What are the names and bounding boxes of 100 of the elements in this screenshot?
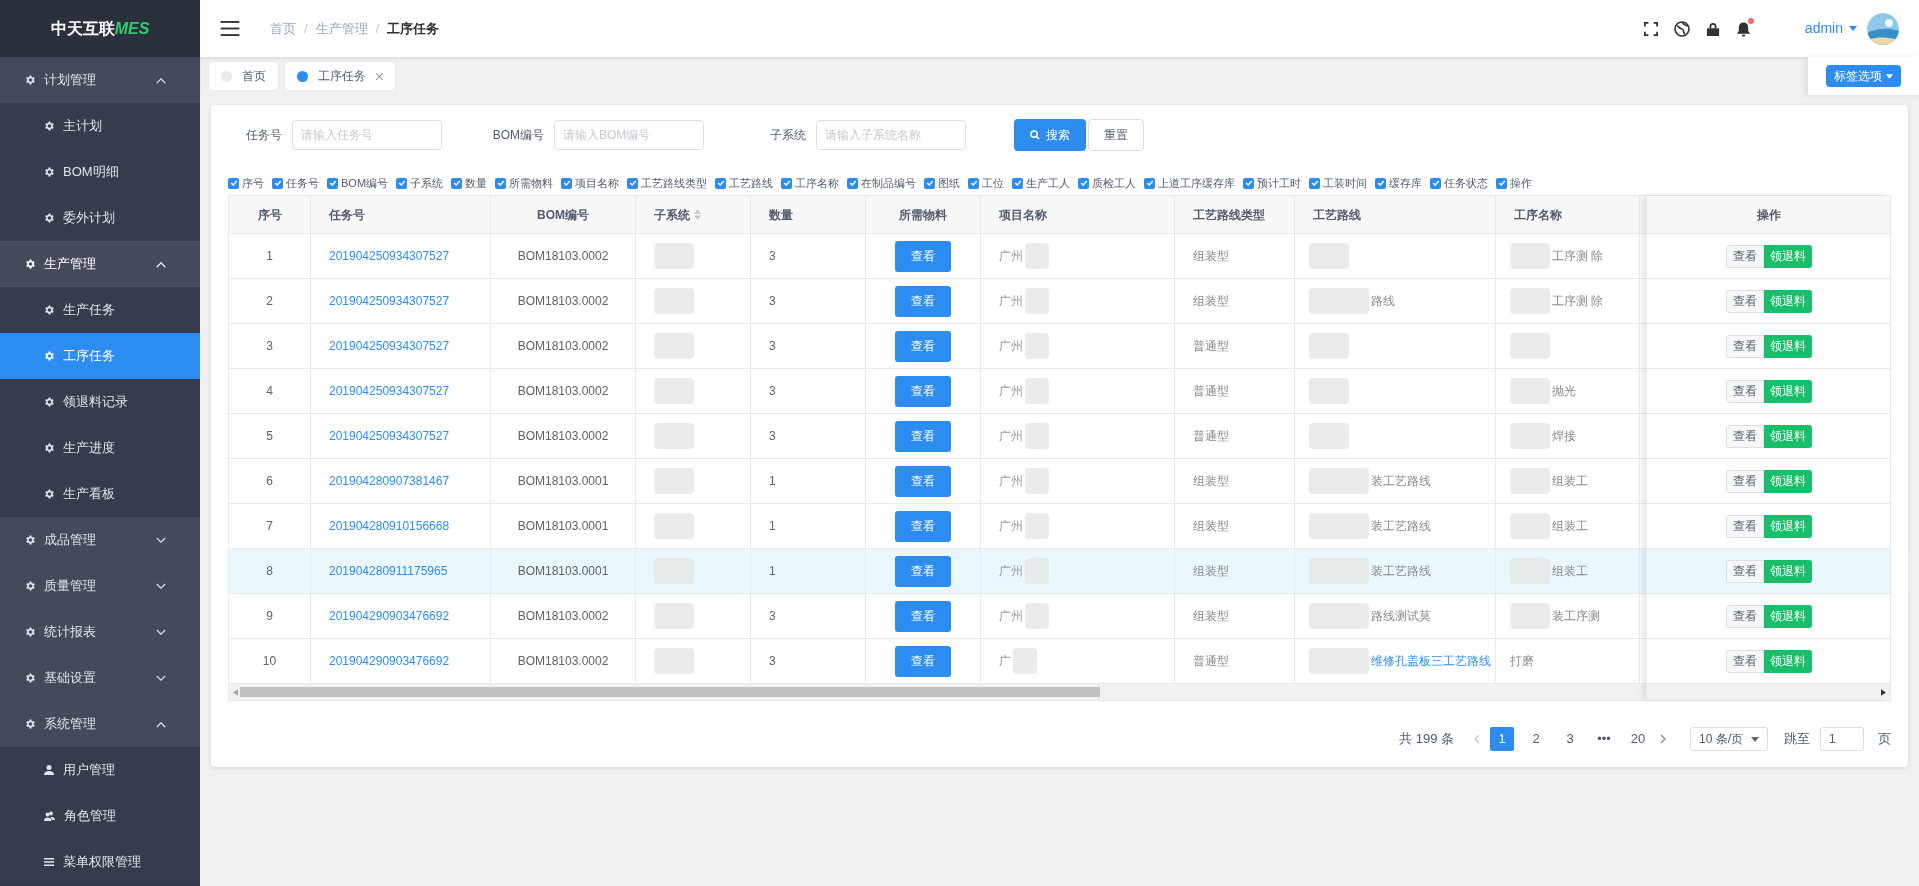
menu-group[interactable]: 基础设置 — [0, 655, 200, 701]
scroll-left-icon[interactable] — [233, 688, 238, 696]
table-cell-text: 组装工 — [1552, 473, 1588, 490]
column-checkbox[interactable]: 生产工人 — [1012, 174, 1071, 192]
page-input[interactable]: 1 — [1820, 727, 1864, 751]
task-link[interactable]: 201904250934307527 — [329, 247, 450, 265]
column-checkbox[interactable]: 任务号 — [272, 174, 319, 192]
task-link[interactable]: 201904280907381467 — [329, 472, 450, 490]
column-checkbox[interactable]: 工艺路线 — [715, 174, 774, 192]
bell-icon[interactable] — [1735, 20, 1751, 37]
gear-icon — [24, 672, 36, 684]
column-checkbox[interactable]: 序号 — [228, 174, 264, 192]
view-button[interactable]: 查看 — [1725, 469, 1764, 493]
view-button[interactable]: 查看 — [1725, 289, 1764, 313]
page-size-select[interactable]: 10 条/页 — [1690, 727, 1768, 751]
page-button[interactable]: ••• — [1592, 727, 1616, 751]
table-row[interactable]: 9 201904290903476692 BOM18103.0002 3 查看 广州 组装型 路线测试莫 装工序测 — [229, 594, 1646, 639]
column-checkbox[interactable]: 操作 — [1496, 174, 1533, 192]
view-button[interactable]: 查看 — [1725, 244, 1764, 268]
horizontal-scrollbar[interactable] — [229, 684, 1646, 700]
column-checkbox[interactable]: 工艺路线类型 — [627, 174, 708, 192]
column-checkbox[interactable]: 所需物料 — [495, 174, 554, 192]
close-icon[interactable] — [376, 72, 383, 80]
view-button[interactable]: 查看 — [1725, 424, 1764, 448]
tab[interactable]: 首页 — [208, 61, 279, 91]
column-checkbox[interactable]: 预计工时 — [1243, 174, 1302, 192]
task-link[interactable]: 201904250934307527 — [329, 427, 450, 445]
task-link[interactable]: 201904250934307527 — [329, 337, 450, 355]
column-checkbox[interactable]: 子系统 — [396, 174, 444, 192]
table-cell-text: 5 — [266, 428, 273, 445]
table-row[interactable]: 6 201904280907381467 BOM18103.0001 1 查看 广州 组装型 装工艺路线 组装工 — [229, 459, 1646, 504]
task-link[interactable]: 201904290903476692 — [329, 652, 450, 670]
menu-group[interactable]: 生产管理 — [0, 241, 200, 287]
task-link[interactable]: 201904250934307527 — [329, 292, 450, 310]
column-checkbox[interactable]: 上道工序缓存库 — [1144, 174, 1236, 192]
view-button[interactable]: 查看 — [1725, 334, 1764, 358]
reset-button[interactable]: 重置 — [1088, 119, 1144, 151]
table-row[interactable]: 10 201904290903476692 BOM18103.0002 3 查看 广 普通型 维修孔盖板三工艺路线 打磨 — [229, 639, 1646, 684]
table-row[interactable]: 3 201904250934307527 BOM18103.0002 3 查看 广州 普通型 — [229, 324, 1646, 369]
page-button[interactable]: 20 — [1626, 727, 1650, 751]
menu-group-label: 计划管理 — [44, 71, 97, 90]
menu-item[interactable]: BOM明细 — [0, 149, 200, 195]
menu-group[interactable]: 统计报表 — [0, 609, 200, 655]
view-button[interactable]: 查看 — [1725, 604, 1764, 628]
menu-item[interactable]: 生产进度 — [0, 425, 200, 471]
route-link[interactable]: 维修孔盖板三工艺路线 — [1371, 652, 1491, 670]
table-row[interactable]: 2 201904250934307527 BOM18103.0002 3 查看 广州 组装型 路线 工序测 除 — [229, 279, 1646, 324]
column-header: 项目名称 — [999, 206, 1047, 224]
fullscreen-icon[interactable] — [1643, 21, 1658, 36]
menu-icon[interactable] — [220, 21, 240, 36]
column-checkbox[interactable]: 数量 — [451, 174, 488, 192]
tab[interactable]: 工序任务 — [284, 61, 396, 91]
check-icon — [1431, 179, 1440, 187]
column-checkbox[interactable]: 在制品编号 — [847, 174, 917, 192]
table-row[interactable]: 4 201904250934307527 BOM18103.0002 3 查看 广州 普通型 抛光 — [229, 369, 1646, 414]
menu-item-label: 生产进度 — [63, 439, 115, 458]
column-checkbox[interactable]: 工位 — [968, 174, 1005, 192]
globe-icon[interactable] — [1673, 20, 1690, 37]
menu-item[interactable]: 用户管理 — [0, 747, 200, 793]
table-cell-text: 组装型 — [1193, 608, 1229, 625]
next-page-icon[interactable] — [1660, 734, 1666, 744]
column-checkbox[interactable]: 缓存库 — [1375, 174, 1423, 192]
table-row[interactable]: 7 201904280910156668 BOM18103.0001 1 查看 广州 组装型 装工艺路线 组装工 — [229, 504, 1646, 549]
menu-group-label: 成品管理 — [44, 531, 97, 550]
table-cell-text: 路线 — [1371, 293, 1395, 310]
column-checkbox[interactable]: 项目名称 — [561, 174, 620, 192]
menu-item[interactable]: 主计划 — [0, 103, 200, 149]
gear-icon — [43, 396, 55, 408]
column-header: BOM编号 — [537, 206, 589, 224]
menu-group[interactable]: 计划管理 — [0, 57, 200, 103]
menu-group[interactable]: 质量管理 — [0, 563, 200, 609]
view-button[interactable]: 查看 — [1725, 379, 1764, 403]
column-checkbox[interactable]: 任务状态 — [1430, 174, 1489, 192]
view-button[interactable]: 查看 — [1725, 514, 1764, 538]
menu-item[interactable]: 生产看板 — [0, 471, 200, 517]
task-link[interactable]: 201904290903476692 — [329, 607, 450, 625]
menu-item[interactable]: 角色管理 — [0, 793, 200, 839]
column-checkbox[interactable]: 工序名称 — [781, 174, 840, 192]
menu-group[interactable]: 系统管理 — [0, 701, 200, 747]
view-button[interactable]: 查看 — [1725, 649, 1764, 673]
page-button[interactable]: 2 — [1524, 727, 1548, 751]
column-checkbox[interactable]: 图纸 — [924, 174, 961, 192]
menu-group[interactable]: 成品管理 — [0, 517, 200, 563]
scroll-right-icon[interactable] — [1881, 688, 1886, 696]
menu-item[interactable]: 菜单权限管理 — [0, 839, 200, 885]
menu-item[interactable]: 生产任务 — [0, 287, 200, 333]
table-row[interactable]: 5 201904250934307527 BOM18103.0002 3 查看 广州 普通型 焊接 — [229, 414, 1646, 459]
filter-label: 子系统 — [769, 127, 806, 144]
task-link[interactable]: 201904280910156668 — [329, 517, 450, 535]
column-checkbox[interactable]: BOM编号 — [327, 174, 389, 192]
task-link[interactable]: 201904250934307527 — [329, 382, 450, 400]
menu-item[interactable]: 领退料记录 — [0, 379, 200, 425]
lock-icon[interactable] — [1705, 20, 1720, 37]
table-row[interactable]: 1 201904250934307527 BOM18103.0002 3 查看 广州 组装型 工序测 除 — [229, 234, 1646, 279]
table-cell-text: 组装型 — [1193, 518, 1229, 535]
column-checkbox[interactable]: 质检工人 — [1078, 174, 1137, 192]
menu-item[interactable]: 委外计划 — [0, 195, 200, 241]
page-button[interactable]: 3 — [1558, 727, 1582, 751]
column-checkbox[interactable]: 工装时间 — [1309, 174, 1368, 192]
view-button[interactable]: 查看 — [1725, 559, 1764, 583]
